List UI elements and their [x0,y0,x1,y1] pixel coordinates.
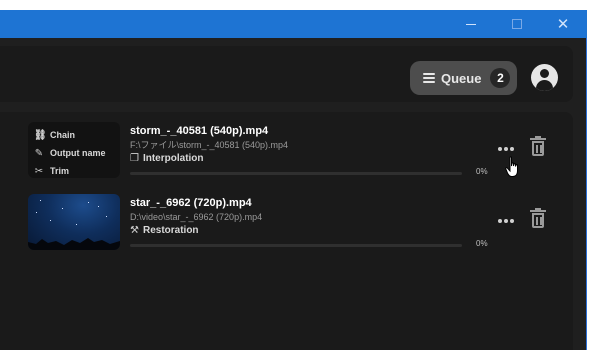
item-info: star_-_6962 (720p).mp4 D:\video\star_-_6… [130,196,490,238]
minimize-button[interactable] [455,10,487,38]
queue-item: star_-_6962 (720p).mp4 D:\video\star_-_6… [28,194,558,254]
close-button[interactable]: ✕ [547,10,579,38]
progress-percent: 0% [476,167,488,176]
op-chain: ⛓ Chain [34,126,120,144]
video-thumbnail [28,194,120,250]
progress-bar [130,244,462,247]
pencil-icon: ✎ [34,147,44,159]
item-mode: ❐ Interpolation [130,152,490,166]
progress-bar [130,172,462,175]
op-trim: ✂ Trim [34,162,120,178]
op-label: Output name [50,148,106,158]
close-icon: ✕ [556,16,570,33]
mountain-silhouette [28,238,120,250]
item-title: star_-_6962 (720p).mp4 [130,197,252,209]
title-bar: ✕ [0,10,587,38]
minimize-icon [466,23,476,25]
item-mode-label: Restoration [142,225,199,236]
op-label: Chain [50,130,76,140]
operations-thumbnail: ⛓ Chain ✎ Output name ✂ Trim [28,122,120,178]
op-output-name: ✎ Output name [34,144,120,162]
queue-count-badge: 2 [490,68,511,88]
queue-label: Queue [441,70,482,86]
maximize-button[interactable] [501,10,533,38]
maximize-icon [512,19,522,29]
queue-button[interactable]: Queue 2 [410,61,517,95]
trash-icon[interactable] [530,208,546,228]
op-label: Trim [50,166,70,176]
item-path: F:\ファイル\storm_-_40581 (540p).mp4 [130,140,289,150]
top-bar: Queue 2 [0,46,573,102]
item-mode-label: Interpolation [142,153,204,164]
trash-icon[interactable] [530,136,546,156]
magic-wand-icon: ⚒ [130,225,139,236]
copy-icon: ❐ [130,153,139,164]
scissors-icon: ✂ [34,165,44,177]
item-title: storm_-_40581 (540p).mp4 [130,125,269,137]
more-options-button[interactable] [498,144,516,154]
hand-cursor-icon [505,156,518,177]
progress-percent: 0% [476,239,488,248]
account-avatar-icon[interactable] [531,64,558,91]
menu-icon [423,73,435,83]
item-mode: ⚒ Restoration [130,224,490,238]
item-path: D:\video\star_-_6962 (720p).mp4 [130,212,263,222]
desktop-edge [587,10,598,350]
more-options-button[interactable] [498,216,516,226]
queue-item: ⛓ Chain ✎ Output name ✂ Trim storm_-_405… [28,122,558,182]
link-icon: ⛓ [34,129,47,141]
item-info: storm_-_40581 (540p).mp4 F:\ファイル\storm_-… [130,124,490,166]
